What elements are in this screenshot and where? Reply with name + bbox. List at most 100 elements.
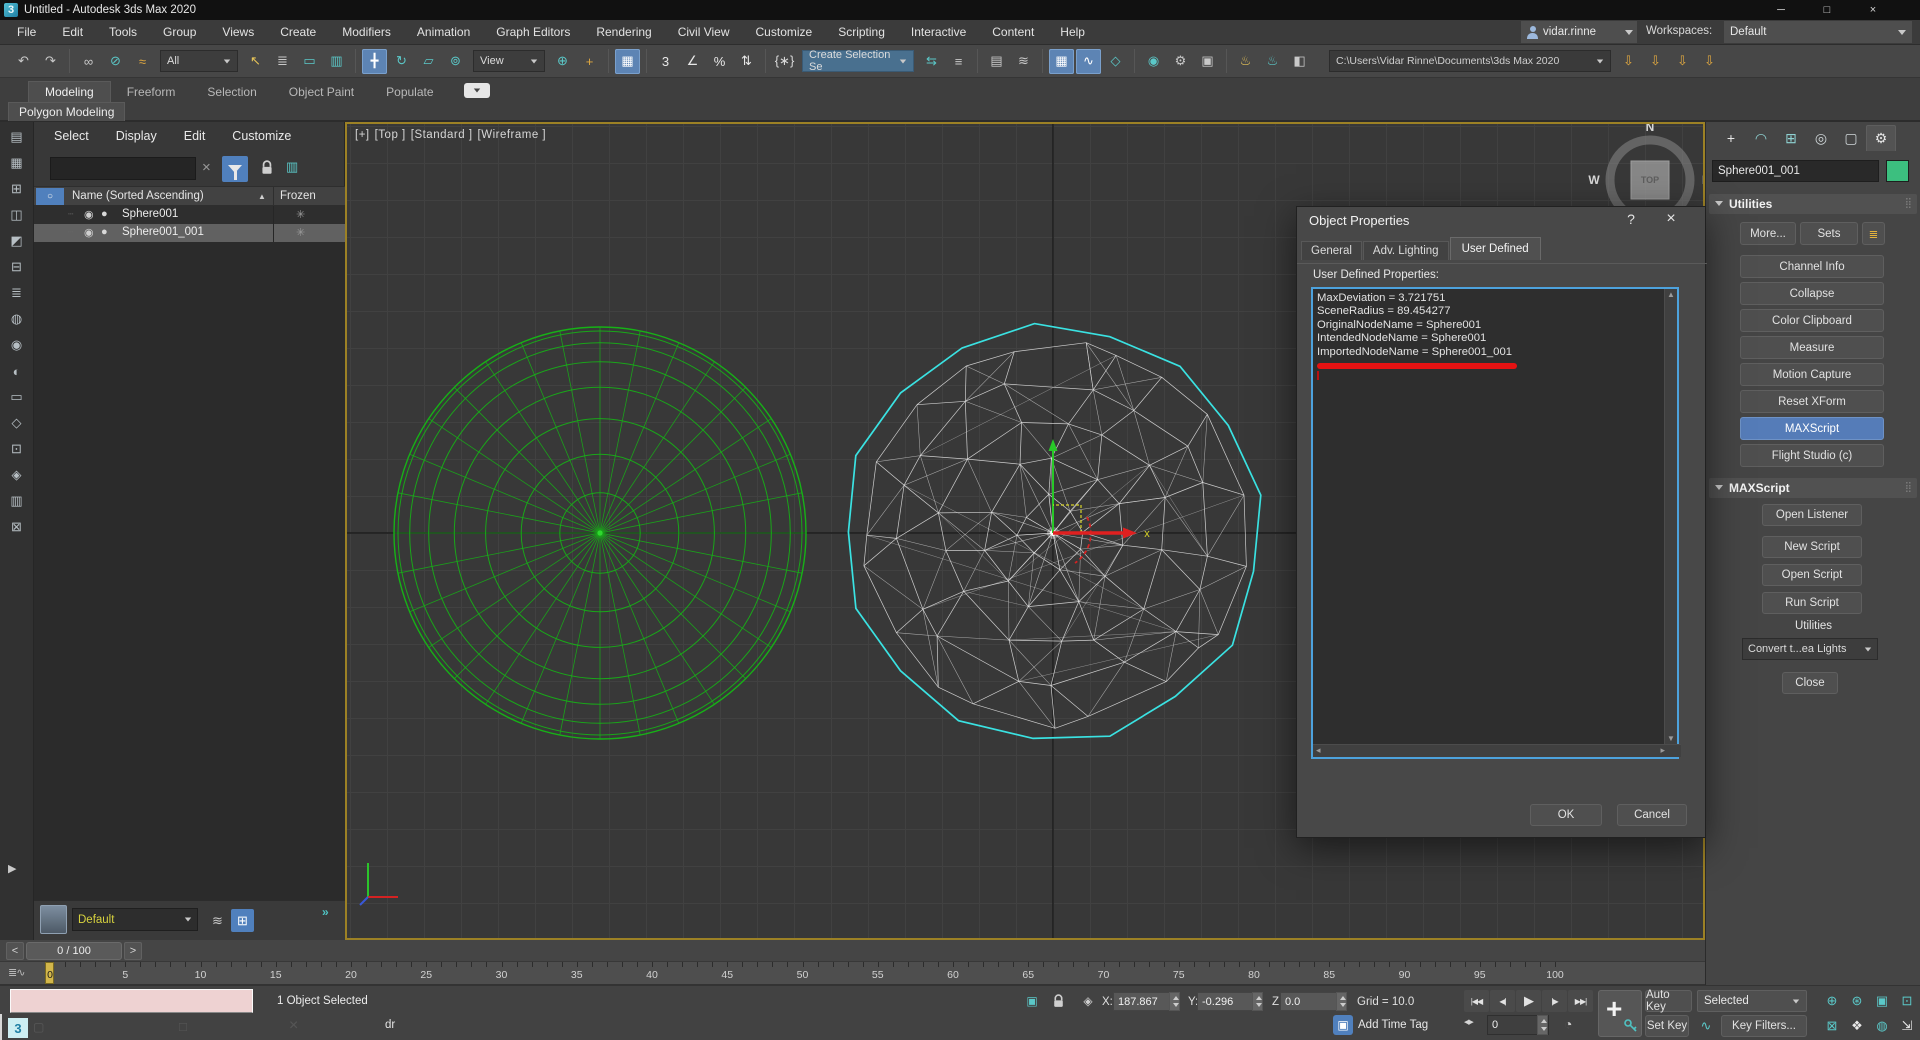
menu-item[interactable]: Views (209, 20, 267, 44)
select-and-manipulate-icon[interactable]: + (577, 49, 602, 74)
reference-coordinate-dropdown[interactable]: View (473, 50, 545, 72)
selection-mode-dropdown[interactable]: Selected (1697, 990, 1807, 1012)
user-defined-properties-field[interactable]: MaxDeviation = 3.721751SceneRadius = 89.… (1311, 287, 1679, 759)
new-key-mode-icon[interactable]: ∿ (1694, 1015, 1718, 1037)
key-filters-button[interactable]: Key Filters... (1721, 1015, 1807, 1037)
utility-button[interactable]: Motion Capture (1740, 363, 1884, 386)
cancel-button[interactable]: Cancel (1617, 804, 1687, 826)
select-and-link-icon[interactable]: ∞ (76, 49, 101, 74)
go-to-end-button[interactable]: ▶▶| (1568, 990, 1593, 1012)
utility-button[interactable]: Channel Info (1740, 255, 1884, 278)
motion-tab[interactable]: ◎ (1806, 125, 1836, 151)
ok-button[interactable]: OK (1530, 804, 1602, 826)
select-and-place-icon[interactable]: ⊚ (443, 49, 468, 74)
maxscript-rollout-header[interactable]: MAXScript ⣿ (1709, 478, 1917, 498)
display-bones-icon[interactable]: ◇ (6, 412, 28, 434)
toggle-ribbon-icon[interactable]: ▦ (1049, 49, 1074, 74)
toggle-layer-explorer-icon[interactable]: ≋ (1011, 49, 1036, 74)
close-icon[interactable]: × (289, 1017, 298, 1035)
clear-search-icon[interactable]: × (202, 159, 211, 176)
visibility-eye-icon[interactable]: ◉ (84, 226, 94, 239)
frozen-column-header[interactable]: Frozen (280, 190, 316, 202)
zoom-extents-icon[interactable]: ▣ (1870, 990, 1894, 1012)
explorer-menu-item[interactable]: Edit (184, 129, 206, 143)
ribbon-tab[interactable]: Populate (370, 82, 449, 102)
display-materials-icon[interactable]: ▭ (6, 386, 28, 408)
pan-icon[interactable]: ❖ (1845, 1015, 1869, 1037)
frozen-toggle-icon[interactable]: ✳ (296, 208, 305, 221)
scroll-up-icon[interactable]: ▲ (1667, 290, 1675, 299)
modify-tab[interactable]: ◠ (1746, 125, 1776, 151)
select-and-rotate-icon[interactable]: ↻ (389, 49, 414, 74)
viewport-label-part[interactable]: [+] (355, 129, 370, 141)
layer-hierarchy-icon[interactable]: ⊞ (231, 909, 254, 932)
bind-to-space-warp-icon[interactable]: ≈ (130, 49, 155, 74)
material-editor-icon[interactable]: ◉ (1141, 49, 1166, 74)
workspace-import-icon-3[interactable]: ⇩ (1670, 49, 1695, 74)
visibility-eye-icon[interactable]: ◉ (84, 208, 94, 221)
polygon-modeling-tab[interactable]: Polygon Modeling (8, 102, 125, 121)
set-key-button[interactable]: Set Key (1645, 1015, 1689, 1037)
track-bar[interactable]: ≣∿ 0510152025303540455055606570758085909… (0, 962, 1705, 985)
explorer-menu-item[interactable]: Select (54, 129, 89, 143)
x-spinner[interactable] (1169, 992, 1180, 1011)
expand-arrow-icon[interactable]: ▶ (8, 862, 16, 875)
Sphere001[interactable]: ┄ ◉ ● Sphere001 ✳ (34, 206, 345, 224)
menu-item[interactable]: Scripting (825, 20, 898, 44)
spinner-snap-icon[interactable]: ⇅ (734, 49, 759, 74)
utility-button[interactable]: Measure (1740, 336, 1884, 359)
filter-icon[interactable] (222, 156, 248, 182)
scroll-down-icon[interactable]: ▼ (1667, 734, 1675, 743)
ribbon-tab[interactable]: Object Paint (273, 82, 370, 102)
sets-button[interactable]: Sets (1800, 222, 1858, 245)
go-to-start-button[interactable]: |◀◀ (1464, 990, 1489, 1012)
explorer-search-input[interactable] (50, 157, 196, 180)
maximize-viewport-icon[interactable]: ⇲ (1895, 1015, 1919, 1037)
render-toggle-icon[interactable]: ● (101, 226, 108, 238)
hierarchy-tab[interactable]: ⊞ (1776, 125, 1806, 151)
horizontal-scrollbar[interactable]: ◂ ▸ (1313, 744, 1681, 757)
display-tab[interactable]: ▢ (1836, 125, 1866, 151)
dialog-tab[interactable]: User Defined (1450, 237, 1541, 260)
render-setup-icon[interactable]: ⚙ (1168, 49, 1193, 74)
edit-named-selection-sets-icon[interactable]: {∗} (772, 49, 797, 74)
display-spacewarps-icon[interactable]: ◍ (6, 308, 28, 330)
use-pivot-point-center-icon[interactable]: ⊕ (550, 49, 575, 74)
select-by-name-icon[interactable]: ≣ (270, 49, 295, 74)
menu-item[interactable]: Graph Editors (483, 20, 583, 44)
previous-frame-slider-button[interactable]: < (6, 942, 24, 960)
orbit-icon[interactable]: ◍ (1870, 1015, 1894, 1037)
layer-stack-icon[interactable]: ≋ (206, 909, 229, 932)
utilities-config-icon[interactable]: ≣ (1862, 222, 1885, 245)
display-groups-icon[interactable]: ◉ (6, 334, 28, 356)
time-slider[interactable]: 0 / 100 (26, 942, 122, 960)
scroll-left-icon[interactable]: ◂ (1316, 745, 1321, 756)
display-influences-icon[interactable]: ◈ (6, 464, 28, 486)
lock-icon[interactable] (260, 160, 274, 181)
menu-item[interactable]: Content (979, 20, 1047, 44)
name-column-header[interactable]: Name (Sorted Ascending) (72, 190, 204, 202)
frame-spinner[interactable] (1537, 1015, 1548, 1035)
maximize-icon[interactable]: □ (179, 1019, 187, 1034)
schematic-view-icon[interactable]: ◇ (1103, 49, 1128, 74)
keyboard-shortcut-override-icon[interactable]: ▦ (615, 49, 640, 74)
help-icon[interactable]: ? (1619, 211, 1643, 231)
utility-button[interactable]: MAXScript (1740, 417, 1884, 440)
more-button[interactable]: More... (1740, 222, 1796, 245)
explorer-config-icon[interactable]: ▥ (286, 159, 298, 175)
play-button[interactable]: ▶ (1516, 990, 1541, 1012)
menu-item[interactable]: Civil View (665, 20, 743, 44)
close-utility-button[interactable]: Close (1782, 672, 1838, 694)
Sphere001_001[interactable]: ┄ ◉ ● Sphere001_001 ✳ (34, 224, 345, 242)
zoom-extents-all-icon[interactable]: ⊡ (1895, 990, 1919, 1012)
display-containers-icon[interactable]: ⊡ (6, 438, 28, 460)
viewport-label-part[interactable]: [Wireframe ] (478, 129, 547, 141)
viewport-label-part[interactable]: [Standard ] (411, 129, 473, 141)
sort-alphabetical-icon[interactable]: ▤ (6, 126, 28, 148)
add-time-tag[interactable]: Add Time Tag (1358, 1019, 1428, 1031)
dialog-close-icon[interactable]: × (1657, 210, 1685, 232)
maxscript-button[interactable]: Run Script (1762, 592, 1862, 614)
selection-region-icon[interactable]: ▣ (1022, 991, 1042, 1011)
menu-item[interactable]: Modifiers (329, 20, 404, 44)
selection-filter-dropdown[interactable]: All (160, 50, 238, 72)
